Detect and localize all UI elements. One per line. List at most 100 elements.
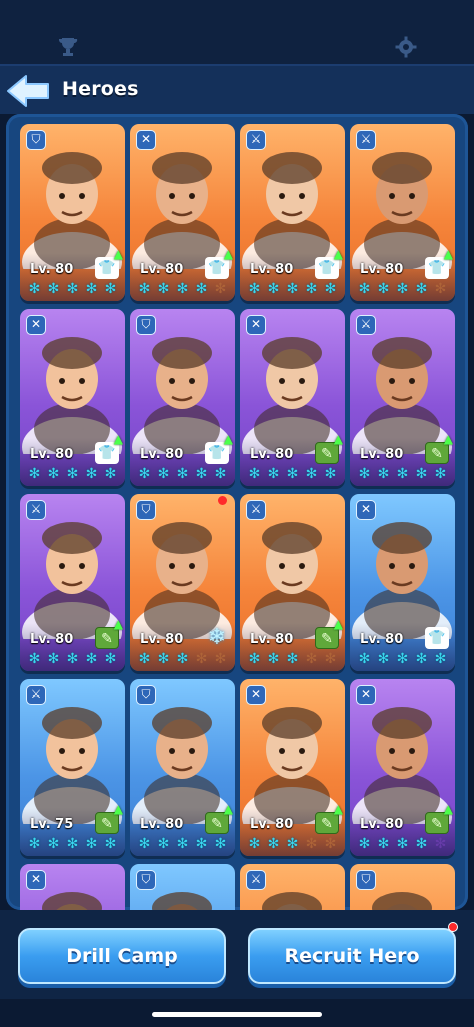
star-icon: ✻ bbox=[195, 651, 208, 667]
hero-card-miner-lady[interactable]: ✕ Lv. 80 ✻ ✻ ✻ ✻ ✻ ✎ ▲ bbox=[240, 679, 345, 856]
star-icon: ✻ bbox=[157, 836, 170, 852]
hero-card-partial-2[interactable]: ⛉ bbox=[130, 864, 235, 910]
hero-card-viking-engineer[interactable]: ⚔ Lv. 80 ✻ ✻ ✻ ✻ ✻ ✎ ▲ bbox=[350, 309, 455, 486]
hero-level: Lv. 80 bbox=[30, 447, 74, 462]
star-upgrade-icon: ❄ bbox=[207, 625, 227, 650]
hero-stars: ✻ ✻ ✻ ✻ ✻ bbox=[356, 282, 450, 296]
back-button[interactable] bbox=[6, 74, 50, 108]
star-icon: ✻ bbox=[66, 651, 79, 667]
hero-card-aviator-boy[interactable]: ✕ Lv. 80 ✻ ✻ ✻ ✻ ✻ 👕 ▲ bbox=[20, 309, 125, 486]
upgrade-arrow-icon: ▲ bbox=[333, 247, 343, 261]
trophy-icon[interactable] bbox=[56, 36, 80, 58]
star-icon: ✻ bbox=[434, 651, 447, 667]
hero-card-red-hair-girl[interactable]: ✕ Lv. 80 ✻ ✻ ✻ ✻ ✻ ✎ ▲ bbox=[240, 309, 345, 486]
sword-icon: ⚔ bbox=[356, 315, 376, 335]
hero-card-blond-nobleman[interactable]: ✕ Lv. 80 ✻ ✻ ✻ ✻ ✻ 👕 ▲ bbox=[130, 124, 235, 301]
hero-stars: ✻ ✻ ✻ ✻ ✻ bbox=[246, 467, 340, 481]
star-icon: ✻ bbox=[434, 466, 447, 482]
sword-icon: ⚔ bbox=[356, 130, 376, 150]
top-bar bbox=[0, 0, 474, 64]
star-icon: ✻ bbox=[415, 466, 428, 482]
star-icon: ✻ bbox=[305, 836, 318, 852]
star-icon: ✻ bbox=[195, 466, 208, 482]
hero-stars: ✻ ✻ ✻ ✻ ✻ bbox=[356, 837, 450, 851]
crossbow-icon: ✕ bbox=[356, 685, 376, 705]
upgrade-arrow-icon: ▲ bbox=[443, 802, 453, 816]
hero-stars: ✻ ✻ ✻ ✻ ✻ bbox=[136, 837, 230, 851]
hero-card-partial-3[interactable]: ⚔ bbox=[240, 864, 345, 910]
hero-card-partial-4[interactable]: ⛉ bbox=[350, 864, 455, 910]
star-icon: ✻ bbox=[104, 466, 117, 482]
shield-icon: ⛉ bbox=[136, 685, 156, 705]
star-icon: ✻ bbox=[176, 281, 189, 297]
hero-level: Lv. 80 bbox=[360, 632, 404, 647]
upgrade-arrow-icon: ▲ bbox=[113, 247, 123, 261]
bottom-bar: Drill Camp Recruit Hero bbox=[0, 910, 474, 999]
star-icon: ✻ bbox=[377, 836, 390, 852]
star-icon: ✻ bbox=[157, 466, 170, 482]
hero-card-blue-helmet-man[interactable]: ⛉ Lv. 80 ✻ ✻ ✻ ✻ ✻ 👕 ▲ bbox=[130, 309, 235, 486]
hero-card-goggles-girl[interactable]: ⚔ Lv. 80 ✻ ✻ ✻ ✻ ✻ 👕 ▲ bbox=[240, 124, 345, 301]
star-icon: ✻ bbox=[415, 281, 428, 297]
star-icon: ✻ bbox=[396, 651, 409, 667]
star-icon: ✻ bbox=[66, 466, 79, 482]
star-icon: ✻ bbox=[248, 281, 261, 297]
drill-camp-button[interactable]: Drill Camp bbox=[18, 928, 226, 984]
star-icon: ✻ bbox=[358, 466, 371, 482]
hero-level: Lv. 80 bbox=[250, 817, 294, 832]
upgrade-arrow-icon: ▲ bbox=[113, 432, 123, 446]
hero-card-partial-1[interactable]: ✕ bbox=[20, 864, 125, 910]
star-icon: ✻ bbox=[66, 836, 79, 852]
hero-card-masked-warrior[interactable]: ⛉ Lv. 80 ✻ ✻ ✻ ✻ ✻ 👕 ▲ bbox=[20, 124, 125, 301]
upgrade-arrow-icon: ▲ bbox=[113, 617, 123, 631]
hero-card-chef[interactable]: ⚔ Lv. 80 ✻ ✻ ✻ ✻ ✻ ✎ ▲ bbox=[20, 494, 125, 671]
star-icon: ✻ bbox=[434, 281, 447, 297]
star-icon: ✻ bbox=[157, 281, 170, 297]
star-icon: ✻ bbox=[28, 836, 41, 852]
star-icon: ✻ bbox=[324, 466, 337, 482]
hero-stars: ✻ ✻ ✻ ✻ ✻ bbox=[26, 467, 120, 481]
hero-card-blonde-girl[interactable]: ✕ Lv. 80 ✻ ✻ ✻ ✻ ✻ 👕 bbox=[350, 494, 455, 671]
home-indicator[interactable] bbox=[152, 1012, 322, 1017]
star-icon: ✻ bbox=[176, 466, 189, 482]
star-icon: ✻ bbox=[47, 836, 60, 852]
star-icon: ✻ bbox=[195, 836, 208, 852]
star-icon: ✻ bbox=[377, 466, 390, 482]
star-icon: ✻ bbox=[324, 651, 337, 667]
shield-icon: ⛉ bbox=[136, 315, 156, 335]
star-icon: ✻ bbox=[214, 281, 227, 297]
page-title: Heroes bbox=[62, 78, 139, 100]
sword-icon: ⚔ bbox=[26, 500, 46, 520]
hero-stars: ✻ ✻ ✻ ✻ ✻ bbox=[26, 282, 120, 296]
hero-card-pink-hat-lady[interactable]: ⚔ Lv. 80 ✻ ✻ ✻ ✻ ✻ 👕 ▲ bbox=[350, 124, 455, 301]
star-icon: ✻ bbox=[396, 836, 409, 852]
upgrade-arrow-icon: ▲ bbox=[223, 802, 233, 816]
star-icon: ✻ bbox=[28, 281, 41, 297]
shield-icon: ⛉ bbox=[356, 870, 376, 890]
star-icon: ✻ bbox=[85, 466, 98, 482]
hero-card-grey-beard[interactable]: ⛉ Lv. 80 ✻ ✻ ✻ ✻ ✻ ❄ bbox=[130, 494, 235, 671]
recruit-hero-button[interactable]: Recruit Hero bbox=[248, 928, 456, 984]
hero-card-green-hat-dwarf[interactable]: ⛉ Lv. 80 ✻ ✻ ✻ ✻ ✻ ✎ ▲ bbox=[130, 679, 235, 856]
upgrade-arrow-icon: ▲ bbox=[333, 617, 343, 631]
hero-stars: ✻ ✻ ✻ ✻ ✻ bbox=[356, 652, 450, 666]
star-icon: ✻ bbox=[248, 466, 261, 482]
star-icon: ✻ bbox=[286, 836, 299, 852]
hero-stars: ✻ ✻ ✻ ✻ ✻ bbox=[356, 467, 450, 481]
hero-card-yellow-cap-man[interactable]: ⚔ Lv. 75 ✻ ✻ ✻ ✻ ✻ ✎ ▲ bbox=[20, 679, 125, 856]
crossbow-icon: ✕ bbox=[246, 685, 266, 705]
star-icon: ✻ bbox=[305, 651, 318, 667]
star-icon: ✻ bbox=[396, 466, 409, 482]
hero-level: Lv. 80 bbox=[360, 817, 404, 832]
star-icon: ✻ bbox=[324, 281, 337, 297]
star-icon: ✻ bbox=[248, 836, 261, 852]
gear-icon[interactable] bbox=[394, 36, 418, 58]
hero-level: Lv. 80 bbox=[360, 447, 404, 462]
hero-card-plague-doctor[interactable]: ⚔ Lv. 80 ✻ ✻ ✻ ✻ ✻ ✎ ▲ bbox=[240, 494, 345, 671]
crossbow-icon: ✕ bbox=[26, 870, 46, 890]
star-icon: ✻ bbox=[47, 466, 60, 482]
hero-card-desert-warrior[interactable]: ✕ Lv. 80 ✻ ✻ ✻ ✻ ✻ ✎ ▲ bbox=[350, 679, 455, 856]
hero-stars: ✻ ✻ ✻ ✻ ✻ bbox=[136, 467, 230, 481]
star-icon: ✻ bbox=[176, 651, 189, 667]
crossbow-icon: ✕ bbox=[356, 500, 376, 520]
